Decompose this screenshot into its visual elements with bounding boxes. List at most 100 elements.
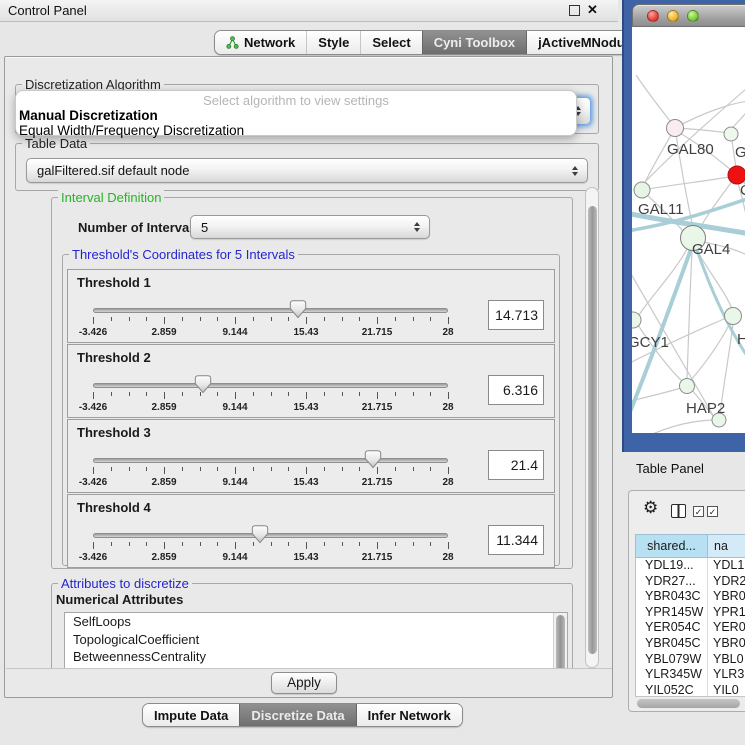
slider-tick bbox=[235, 392, 236, 399]
threshold-slider[interactable]: -3.4262.8599.14415.4321.71528 bbox=[93, 302, 448, 342]
table-row[interactable]: YDL19...YDL1 bbox=[636, 558, 745, 574]
columns-icon[interactable] bbox=[671, 504, 686, 518]
algorithm-option-manual-discretization[interactable]: Manual Discretization bbox=[16, 108, 576, 123]
gear-icon[interactable]: ⚙ bbox=[643, 499, 658, 517]
network-edge bbox=[733, 107, 745, 127]
attribute-item-selfloops[interactable]: SelfLoops bbox=[65, 613, 567, 631]
attribute-item-topologicalcoefficient[interactable]: TopologicalCoefficient bbox=[65, 631, 567, 649]
slider-tick bbox=[182, 467, 183, 471]
threshold-value-field[interactable]: 21.4 bbox=[488, 450, 544, 480]
table-header-row: shared... na bbox=[635, 534, 745, 558]
tab-select[interactable]: Select bbox=[360, 31, 421, 54]
table-row[interactable]: YBL079WYBL0 bbox=[636, 652, 745, 668]
apply-button[interactable]: Apply bbox=[271, 672, 337, 694]
threshold-value-field[interactable]: 11.344 bbox=[488, 525, 544, 555]
scrollbar-thumb[interactable] bbox=[556, 615, 565, 668]
cell-shared-name: YBR043C bbox=[636, 589, 708, 605]
column-header-name[interactable]: na bbox=[708, 534, 745, 558]
column-header-shared-name[interactable]: shared... bbox=[635, 534, 708, 558]
slider-tick bbox=[342, 317, 343, 321]
slider-tick bbox=[253, 467, 254, 471]
table-row[interactable]: YIL052CYIL0 bbox=[636, 683, 745, 696]
network-edge bbox=[648, 177, 730, 189]
slider-thumb[interactable] bbox=[195, 375, 212, 397]
slider-tick bbox=[182, 542, 183, 546]
network-node[interactable] bbox=[725, 308, 742, 325]
network-node[interactable] bbox=[724, 127, 738, 141]
slider-track[interactable] bbox=[93, 383, 448, 388]
slider-tick bbox=[288, 392, 289, 396]
table-horizontal-scrollbar[interactable] bbox=[635, 696, 745, 709]
separator bbox=[6, 668, 612, 669]
tab-impute-data[interactable]: Impute Data bbox=[143, 704, 239, 726]
table-row[interactable]: YLR345WYLR3 bbox=[636, 667, 745, 683]
slider-tick-label: 15.43 bbox=[293, 552, 318, 563]
network-canvas[interactable]: GAL80GAGAL11CGAL4GCY1HHAP2 bbox=[632, 27, 745, 433]
slider-tick bbox=[111, 317, 112, 321]
tab-style[interactable]: Style bbox=[306, 31, 360, 54]
threshold-slider[interactable]: -3.4262.8599.14415.4321.71528 bbox=[93, 377, 448, 417]
table-data-select[interactable]: galFiltered.sif default node bbox=[26, 158, 588, 183]
slider-tick bbox=[129, 317, 130, 321]
slider-thumb[interactable] bbox=[365, 450, 382, 472]
algorithm-option-equal-width-frequency-discretization[interactable]: Equal Width/Frequency Discretization bbox=[16, 123, 576, 138]
table-row[interactable]: YBR043CYBR0 bbox=[636, 589, 745, 605]
attributes-list[interactable]: SelfLoopsTopologicalCoefficientBetweenne… bbox=[64, 612, 568, 668]
threshold-value-field[interactable]: 6.316 bbox=[488, 375, 544, 405]
threshold-label: Threshold 1 bbox=[77, 275, 151, 290]
slider-track[interactable] bbox=[93, 458, 448, 463]
tab-cyni-toolbox[interactable]: Cyni Toolbox bbox=[422, 31, 526, 54]
slider-tick-label: 28 bbox=[442, 477, 453, 488]
slider-tick bbox=[129, 392, 130, 396]
attribute-item-betweennesscentrality[interactable]: BetweennessCentrality bbox=[65, 648, 567, 666]
tab-network[interactable]: Network bbox=[215, 31, 306, 54]
network-node-label: GAL80 bbox=[667, 141, 714, 158]
attributes-list-scrollbar[interactable] bbox=[553, 613, 567, 668]
slider-tick bbox=[217, 317, 218, 321]
table-row[interactable]: YPR145WYPR1 bbox=[636, 605, 745, 621]
dropdown-options: Manual DiscretizationEqual Width/Frequen… bbox=[16, 108, 576, 138]
slider-tick bbox=[146, 542, 147, 546]
checkbox-checked-icon[interactable]: ✓ bbox=[707, 506, 718, 517]
panel-vertical-scrollbar[interactable] bbox=[585, 187, 599, 668]
slider-tick bbox=[217, 467, 218, 471]
slider-track[interactable] bbox=[93, 533, 448, 538]
network-node[interactable] bbox=[680, 379, 695, 394]
tab-discretize-data[interactable]: Discretize Data bbox=[239, 704, 355, 726]
cell-shared-name: YBR045C bbox=[636, 636, 708, 652]
cell-name: YDL1 bbox=[708, 558, 745, 574]
checkbox-checked-icon[interactable]: ✓ bbox=[693, 506, 704, 517]
mac-close-button[interactable] bbox=[647, 10, 659, 22]
number-of-intervals-select[interactable]: 5 bbox=[190, 215, 430, 239]
threshold-slider[interactable]: -3.4262.8599.14415.4321.71528 bbox=[93, 452, 448, 492]
slider-tick bbox=[235, 467, 236, 474]
network-window-titlebar[interactable] bbox=[632, 4, 745, 27]
slider-tick-label: -3.426 bbox=[79, 327, 107, 338]
threshold-value-field[interactable]: 14.713 bbox=[488, 300, 544, 330]
cell-shared-name: YBL079W bbox=[636, 652, 708, 668]
close-panel-icon[interactable]: ✕ bbox=[587, 2, 598, 18]
slider-track[interactable] bbox=[93, 308, 448, 313]
table-row[interactable]: YDR27...YDR2 bbox=[636, 574, 745, 590]
scrollbar-thumb[interactable] bbox=[637, 699, 740, 708]
float-window-icon[interactable] bbox=[569, 5, 580, 16]
network-edge bbox=[636, 75, 670, 121]
slider-tick bbox=[271, 317, 272, 321]
tab-infer-network[interactable]: Infer Network bbox=[356, 704, 462, 726]
slider-thumb[interactable] bbox=[289, 300, 306, 322]
table-row[interactable]: YER054CYER0 bbox=[636, 620, 745, 636]
slider-tick bbox=[306, 467, 307, 474]
slider-tick-label: 9.144 bbox=[222, 552, 247, 563]
mac-zoom-button[interactable] bbox=[687, 10, 699, 22]
network-node[interactable] bbox=[634, 182, 650, 198]
mac-minimize-button[interactable] bbox=[667, 10, 679, 22]
network-graph[interactable]: GAL80GAGAL11CGAL4GCY1HHAP2 bbox=[632, 27, 745, 433]
network-node[interactable] bbox=[667, 120, 684, 137]
table-body[interactable]: YDL19...YDL1YDR27...YDR2YBR043CYBR0YPR14… bbox=[635, 558, 745, 696]
threshold-slider[interactable]: -3.4262.8599.14415.4321.71528 bbox=[93, 527, 448, 567]
slider-tick-label: 2.859 bbox=[151, 327, 176, 338]
slider-thumb[interactable] bbox=[251, 525, 268, 547]
table-row[interactable]: YBR045CYBR0 bbox=[636, 636, 745, 652]
control-panel-tabs: NetworkStyleSelectCyni ToolboxjActiveMNo… bbox=[214, 30, 655, 55]
scrollbar-thumb[interactable] bbox=[588, 206, 597, 654]
